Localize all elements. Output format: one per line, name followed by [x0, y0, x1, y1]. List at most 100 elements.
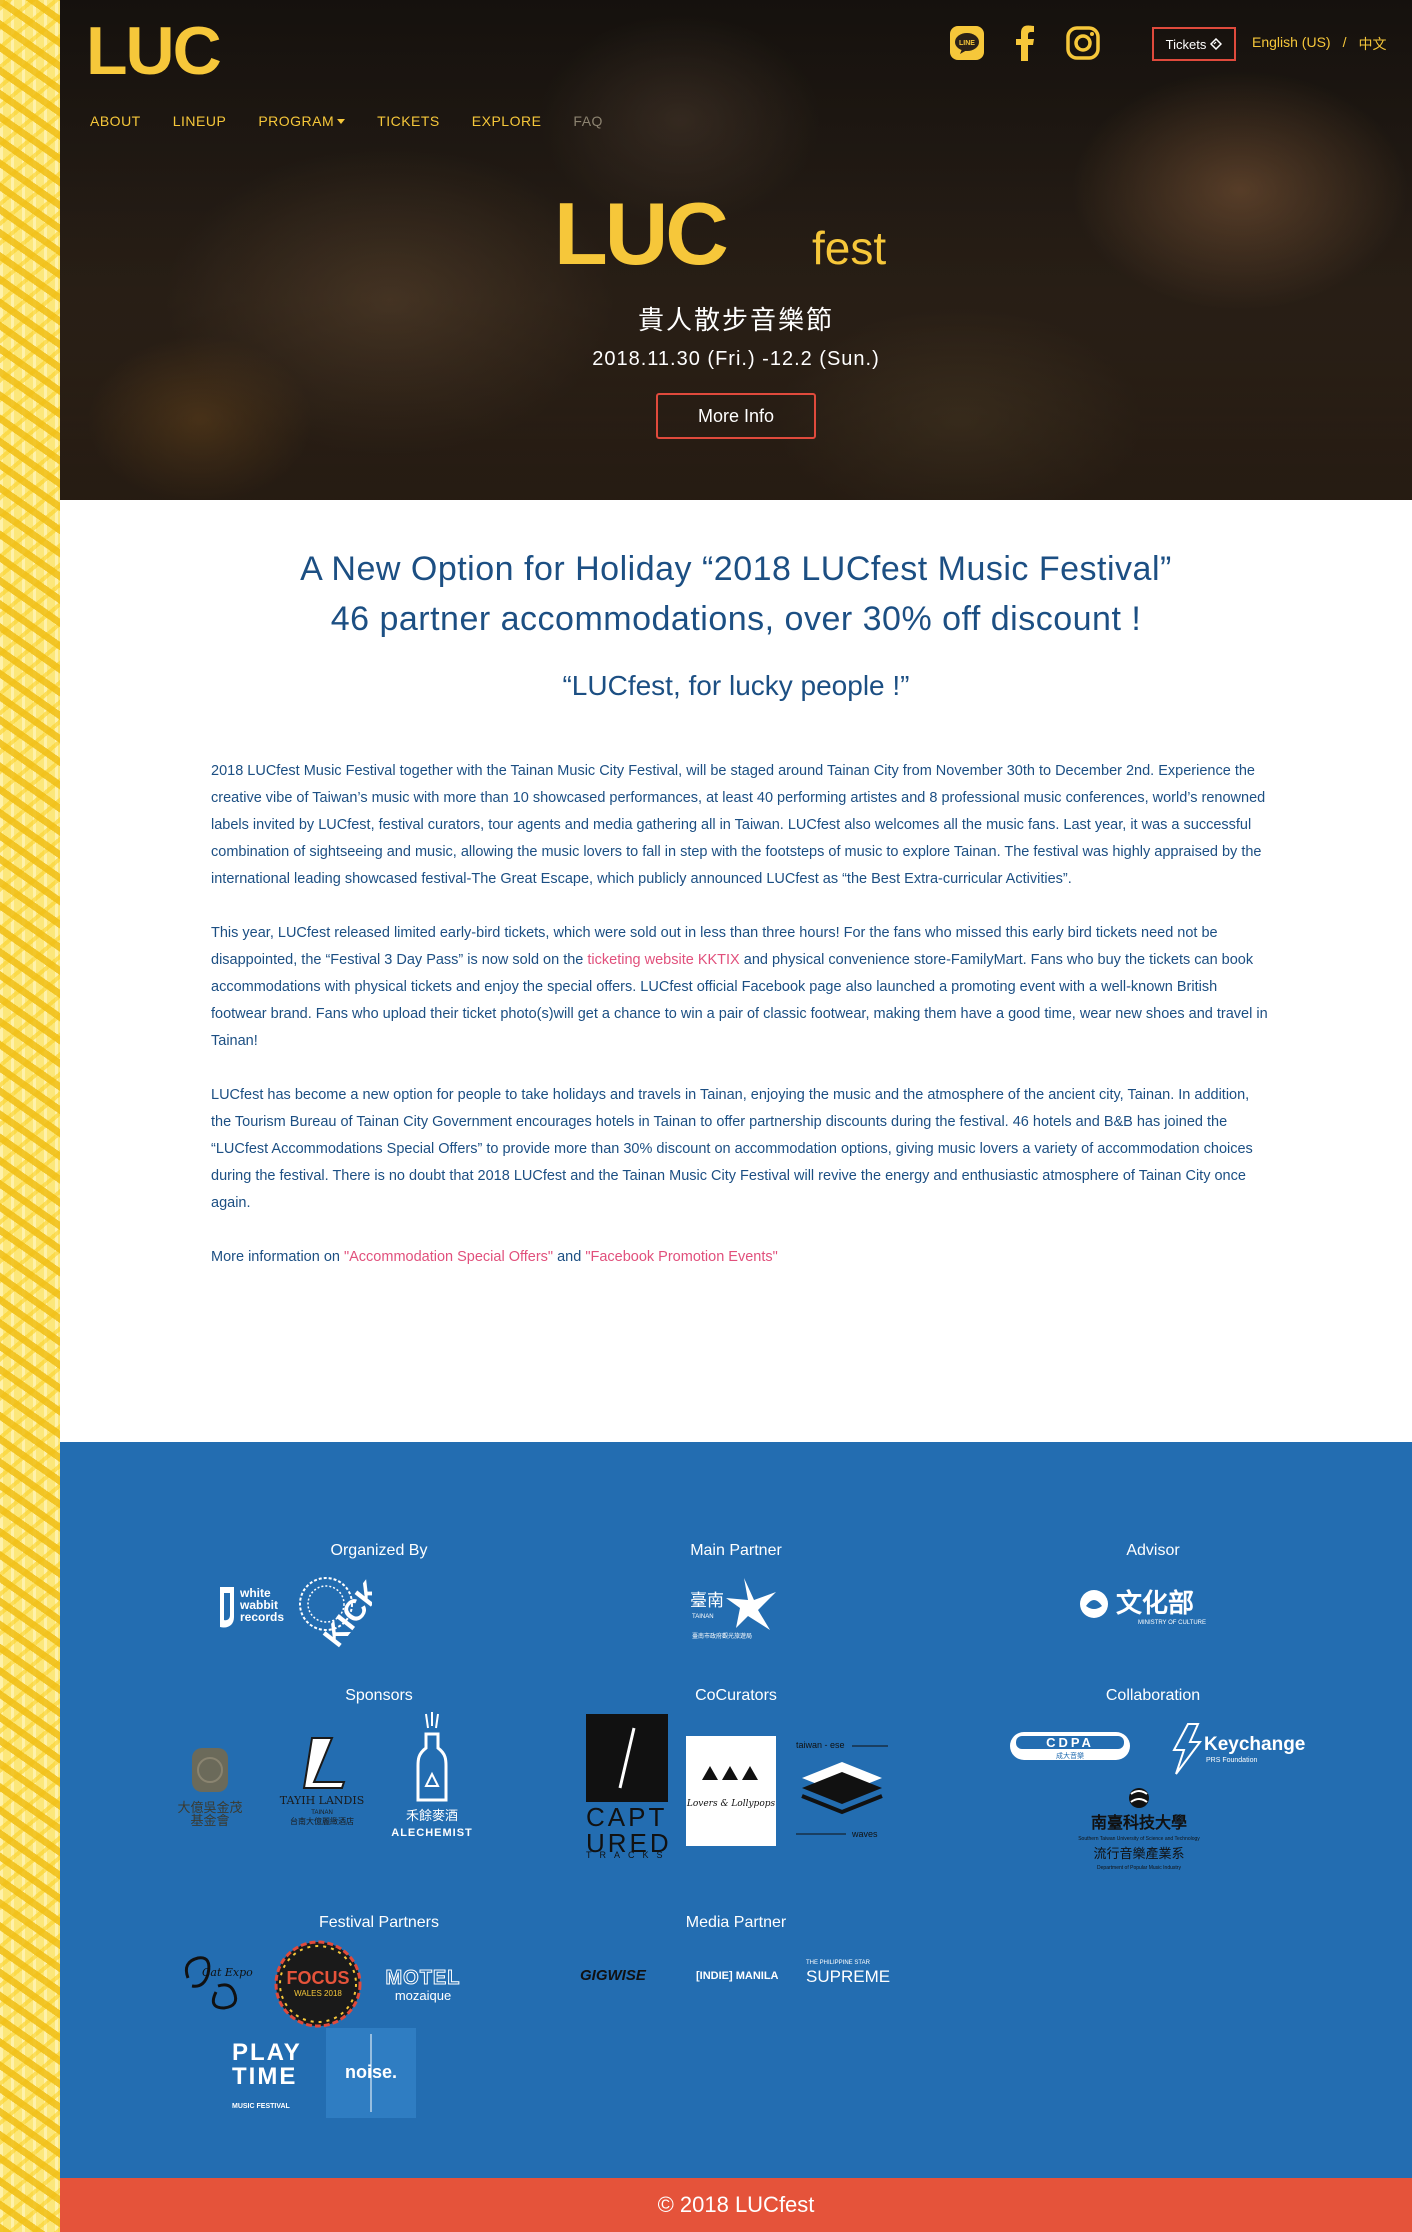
- svg-text:TAINAN: TAINAN: [692, 1614, 714, 1620]
- lucfest-logo: LUC fest: [554, 188, 886, 278]
- article-headline: A New Option for Holiday “2018 LUCfest M…: [60, 544, 1412, 644]
- decorative-side-pattern: [0, 0, 60, 2232]
- white-rabbit-records-logo[interactable]: white wabbit records: [216, 1572, 286, 1642]
- logo-text-line: 基金會: [190, 1813, 229, 1829]
- svg-text:Cat Expo: Cat Expo: [202, 1966, 253, 1979]
- partners-section: Organized By white wabbit records KICK Mai…: [60, 1442, 1412, 2178]
- svg-text:[INDIE] MANILA: [INDIE] MANILA: [696, 1970, 779, 1982]
- svg-text:臺南市政府觀光旅遊局: 臺南市政府觀光旅遊局: [692, 1632, 752, 1640]
- more-info-prefix: More information on: [211, 1249, 344, 1265]
- supreme-logo[interactable]: THE PHILIPPINE STAR SUPREME: [806, 1960, 890, 1986]
- nav-program[interactable]: PROGRAM: [258, 113, 346, 131]
- svg-text:LINE: LINE: [959, 40, 975, 47]
- instagram-icon[interactable]: [1064, 24, 1102, 62]
- svg-text:mozaique: mozaique: [395, 1988, 451, 2003]
- hero-date: 2018.11.30 (Fri.) -12.2 (Sun.): [592, 348, 880, 370]
- organized-by-title: Organized By: [330, 1542, 428, 1559]
- svg-text:流行音樂產業系: 流行音樂產業系: [1093, 1846, 1184, 1862]
- tickets-button[interactable]: Tickets: [1152, 27, 1236, 61]
- page: LUC ABOUT LINEUP PROGRAM TICKETS EXPLORE…: [60, 0, 1412, 2232]
- nav-program-label: PROGRAM: [258, 113, 335, 129]
- nav-tickets[interactable]: TICKETS: [377, 113, 440, 131]
- copyright-text: © 2018 LUCfest: [657, 2192, 815, 2217]
- nav-about[interactable]: ABOUT: [90, 113, 141, 131]
- facebook-promotion-link[interactable]: "Facebook Promotion Events": [585, 1249, 777, 1265]
- svg-text:MUSIC FESTIVAL: MUSIC FESTIVAL: [232, 2103, 291, 2110]
- nav-faq[interactable]: FAQ: [573, 113, 603, 131]
- kktix-link[interactable]: ticketing website KKTIX: [587, 952, 739, 968]
- svg-text:LUC: LUC: [86, 14, 221, 84]
- lovers-and-lollypops-logo[interactable]: Lovers & Lollypops: [686, 1736, 776, 1846]
- stust-logo[interactable]: 南臺科技大學 Southern Taiwan University of Sci…: [1064, 1784, 1214, 1880]
- facebook-icon[interactable]: [1006, 24, 1044, 62]
- svg-text:Department of Popular Music In: Department of Popular Music Industry: [1097, 1865, 1181, 1871]
- svg-text:waves: waves: [851, 1829, 878, 1839]
- svg-text:成大音樂: 成大音樂: [1056, 1751, 1084, 1760]
- alechemist-logo[interactable]: 禾餘麥酒 ALECHEMIST: [382, 1710, 482, 1840]
- svg-text:南臺科技大學: 南臺科技大學: [1091, 1813, 1187, 1832]
- lang-separator: /: [1342, 34, 1347, 50]
- cat-expo-logo[interactable]: Cat Expo: [178, 1948, 254, 2014]
- svg-text:Southern Taiwan University of: Southern Taiwan University of Science an…: [1078, 1836, 1200, 1842]
- svg-text:MINISTRY OF CULTURE: MINISTRY OF CULTURE: [1138, 1620, 1206, 1626]
- svg-text:GIGWISE: GIGWISE: [580, 1967, 647, 1984]
- svg-text:Keychange: Keychange: [1204, 1734, 1305, 1755]
- luc-logo[interactable]: LUC: [86, 14, 286, 84]
- svg-text:TRACKS: TRACKS: [586, 1850, 668, 1860]
- paragraph-1: 2018 LUCfest Music Festival together wit…: [211, 763, 1266, 887]
- tayih-landis-logo[interactable]: TAYIH LANDIS TAINAN 台南大億麗緻酒店: [274, 1732, 370, 1832]
- gigwise-logo[interactable]: GIGWISE: [580, 1967, 647, 1984]
- captured-tracks-logo[interactable]: CAPT URED TRACKS: [586, 1714, 668, 1862]
- svg-text:TAYIH LANDIS: TAYIH LANDIS: [280, 1794, 365, 1807]
- media-partner-title: Media Partner: [685, 1914, 787, 1931]
- lang-chinese[interactable]: 中文: [1358, 34, 1386, 54]
- article: A New Option for Holiday “2018 LUCfest M…: [60, 500, 1412, 1442]
- svg-text:PLAYTIME: PLAY TIME: [232, 2039, 302, 2090]
- svg-text:台南大億麗緻酒店: 台南大億麗緻酒店: [290, 1816, 354, 1826]
- kick-logo[interactable]: KICK: [292, 1564, 372, 1654]
- headline-line-2: 46 partner accommodations, over 30% off …: [330, 600, 1142, 638]
- focus-wales-logo[interactable]: FOCUS WALES 2018: [272, 1938, 364, 2030]
- playtime-festival-logo[interactable]: PLAY TIME MUSIC FESTIVAL: [228, 2032, 306, 2122]
- motel-mozaique-logo[interactable]: MOTEL mozaique: [380, 1960, 466, 2010]
- caret-down-icon: [337, 119, 346, 124]
- language-switcher: English (US) / 中文: [1252, 34, 1386, 54]
- svg-text:WALES 2018: WALES 2018: [294, 1989, 342, 1998]
- indie-manila-logo[interactable]: [INDIE] MANILA: [696, 1970, 779, 1982]
- more-info-button[interactable]: More Info: [656, 393, 816, 439]
- more-info-line: More information on "Accommodation Speci…: [211, 1244, 1271, 1271]
- nav-lineup[interactable]: LINEUP: [173, 113, 227, 131]
- festival-partners-title: Festival Partners: [318, 1914, 440, 1931]
- svg-text:Lovers & Lollypops: Lovers & Lollypops: [686, 1799, 776, 1809]
- svg-text:臺南: 臺南: [690, 1591, 724, 1611]
- lang-english[interactable]: English (US): [1252, 34, 1331, 54]
- taiwanese-waves-logo[interactable]: taiwan - ese waves: [792, 1738, 892, 1842]
- svg-text:TAINAN: TAINAN: [311, 1810, 333, 1816]
- svg-text:LUC: LUC: [554, 188, 727, 278]
- cdpa-logo[interactable]: CDPA 成大音樂: [1008, 1728, 1132, 1768]
- headline-line-1: A New Option for Holiday “2018 LUCfest M…: [300, 550, 1172, 588]
- tainan-tourism-logo[interactable]: 臺南 TAINAN 臺南市政府觀光旅遊局: [686, 1570, 786, 1642]
- keychange-logo[interactable]: Keychange PRS Foundation: [1168, 1720, 1308, 1778]
- social-links: LINE: [948, 24, 1102, 62]
- media-partner-logos: GIGWISE [INDIE] MANILA THE PHILIPPINE ST…: [576, 1948, 894, 1994]
- more-info-and: and: [553, 1249, 586, 1265]
- collaboration-title: Collaboration: [1105, 1687, 1201, 1704]
- nav-explore[interactable]: EXPLORE: [472, 113, 542, 131]
- advisor-title: Advisor: [1126, 1542, 1180, 1559]
- svg-text:禾餘麥酒: 禾餘麥酒: [406, 1808, 458, 1824]
- svg-text:ALECHEMIST: ALECHEMIST: [391, 1827, 473, 1839]
- article-tagline: “LUCfest, for lucky people !”: [562, 670, 910, 701]
- logo-text-line: records: [240, 1610, 284, 1624]
- noise-logo[interactable]: noise.: [326, 2028, 416, 2118]
- ta-chong-foundation-logo[interactable]: 大億吳金茂基金會: [172, 1742, 248, 1842]
- accommodation-offers-link[interactable]: "Accommodation Special Offers": [344, 1249, 553, 1265]
- logo-text-line: TIME: [232, 2063, 297, 2090]
- ministry-of-culture-logo[interactable]: 文化部 MINISTRY OF CULTURE: [1076, 1582, 1232, 1632]
- svg-text:whitewabbitrecords: white wabbit records: [239, 1586, 284, 1624]
- line-icon[interactable]: LINE: [948, 24, 986, 62]
- svg-text:noise.: noise.: [345, 2062, 397, 2082]
- hero-subtitle: 貴人散步音樂節: [637, 305, 834, 335]
- main-nav: ABOUT LINEUP PROGRAM TICKETS EXPLORE FAQ: [90, 113, 603, 131]
- hero-banner: LUC ABOUT LINEUP PROGRAM TICKETS EXPLORE…: [60, 0, 1412, 500]
